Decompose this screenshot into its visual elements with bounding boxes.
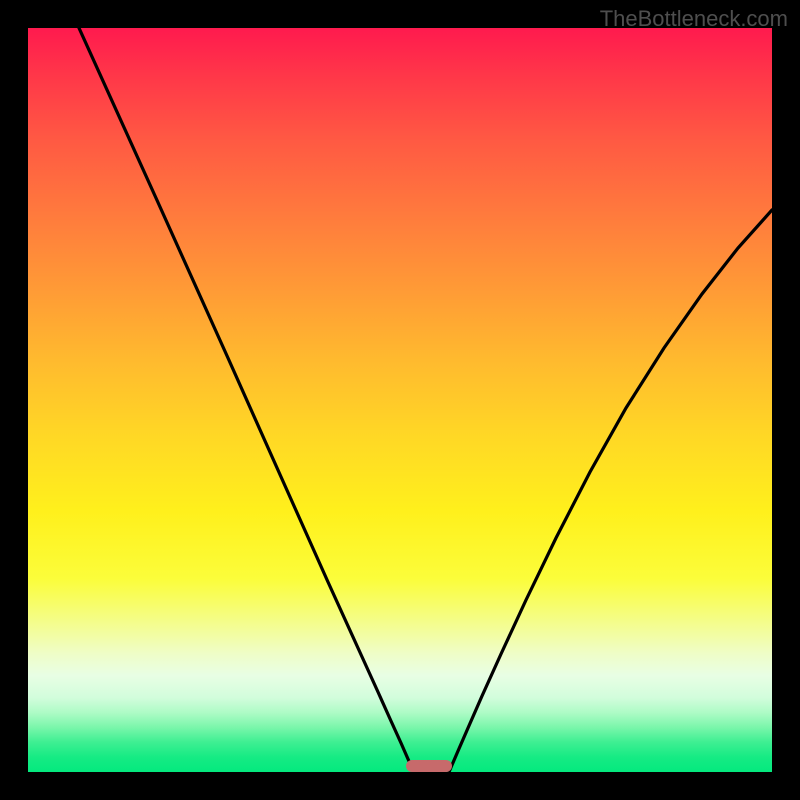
curves-svg	[28, 28, 772, 772]
watermark-text: TheBottleneck.com	[600, 6, 788, 32]
bottom-marker	[406, 760, 452, 772]
left-curve	[79, 28, 414, 772]
chart-frame	[28, 28, 772, 772]
right-curve	[449, 210, 772, 772]
